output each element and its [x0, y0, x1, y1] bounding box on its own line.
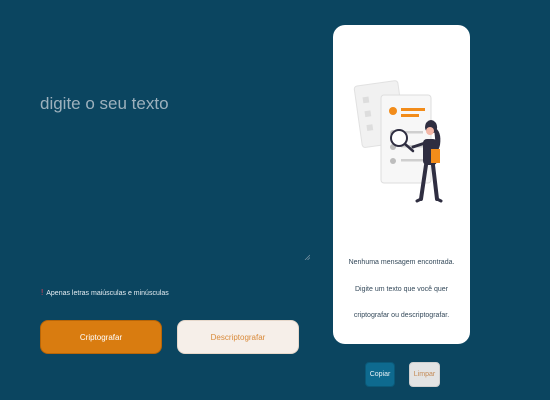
text-input[interactable]: [38, 94, 314, 260]
clear-button[interactable]: Limpar: [409, 362, 440, 387]
decrypt-button[interactable]: Descriptografar: [177, 320, 299, 354]
input-hint: ! Apenas letras maiúsculas e minúsculas: [41, 289, 169, 297]
empty-message-title: Nenhuma mensagem encontrada.: [348, 259, 455, 266]
empty-message-line2: criptografar ou descriptografar.: [353, 312, 450, 319]
output-panel: Nenhuma mensagem encontrada. Digite um t…: [333, 25, 470, 344]
exclamation-icon: !: [41, 288, 44, 297]
resize-handle-icon[interactable]: [304, 254, 310, 260]
person-magnifier-illustration: [353, 80, 443, 203]
encrypt-button[interactable]: Criptografar: [40, 320, 162, 354]
copy-button[interactable]: Copiar: [365, 362, 395, 387]
empty-message-line1: Digite um texto que você quer: [355, 286, 448, 293]
hint-text: Apenas letras maiúsculas e minúsculas: [46, 289, 169, 297]
